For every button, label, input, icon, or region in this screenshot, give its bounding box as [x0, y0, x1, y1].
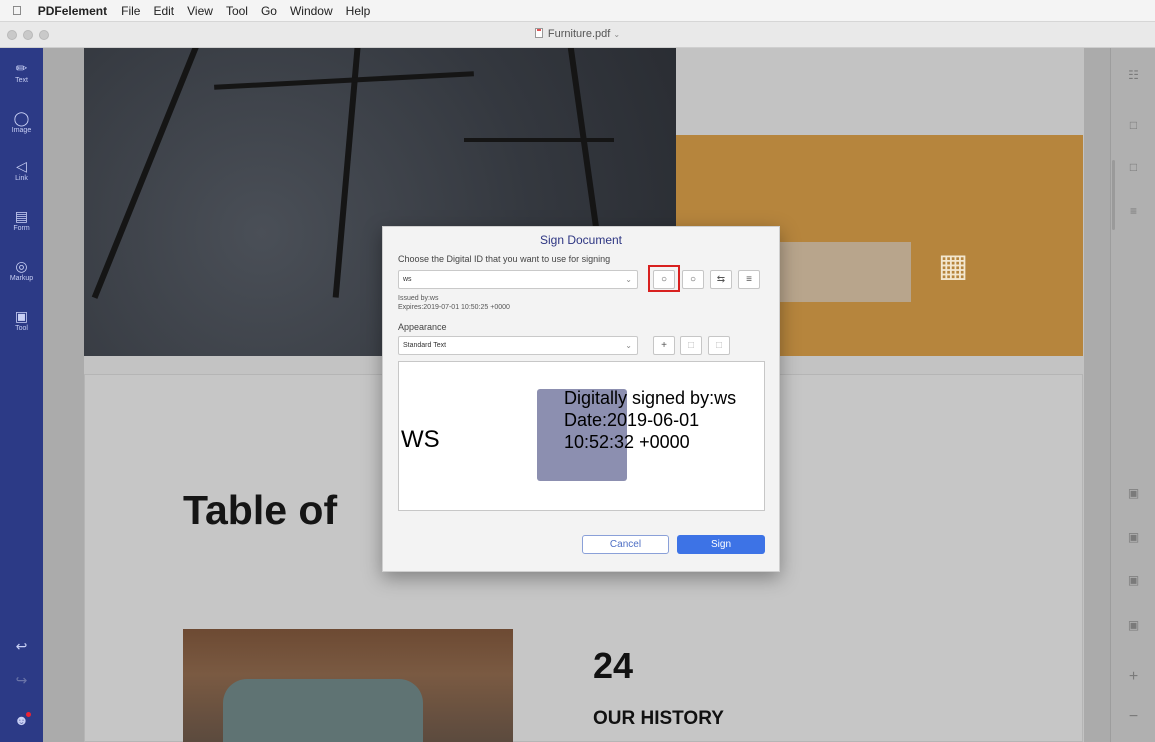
right-panel-bar: ☷ □ □ ≡ ▣ ▣ ▣ ▣ + − — [1110, 48, 1155, 742]
document-title[interactable]: Furniture.pdf ⌄ — [0, 28, 1155, 40]
tool-tool[interactable]: ▣ Tool — [0, 308, 43, 332]
page-tool-4-icon[interactable]: ▣ — [1111, 618, 1155, 632]
form-icon: ▤ — [14, 208, 29, 224]
plus-icon: + — [661, 340, 667, 351]
menu-window[interactable]: Window — [290, 4, 333, 18]
sign-document-dialog: Sign Document Choose the Digital ID that… — [382, 226, 780, 572]
markup-icon: ◎ — [15, 258, 28, 274]
tool-link-label: Link — [15, 175, 28, 182]
tool-icon: ▣ — [14, 308, 29, 324]
toc-heading: Table of — [183, 487, 338, 533]
menu-tool[interactable]: Tool — [226, 4, 248, 18]
id-action-buttons: ○ ○ ⇆ ≡ — [383, 270, 781, 289]
tool-form[interactable]: ▤ Form — [0, 208, 43, 232]
chair-icon: ▦ — [938, 247, 969, 283]
history-number: 24 — [593, 645, 634, 686]
signer-name: WS — [401, 426, 440, 453]
redo-icon[interactable]: ↪ — [0, 672, 43, 689]
page-tool-3-icon[interactable]: ▣ — [1111, 573, 1155, 587]
app-menu[interactable]: PDFelement — [38, 4, 107, 18]
page-tool-2-icon[interactable]: ▣ — [1111, 530, 1155, 544]
trash-icon: □ — [715, 340, 723, 351]
window-titlebar: Furniture.pdf ⌄ — [0, 22, 1155, 48]
cancel-button[interactable]: Cancel — [582, 535, 669, 554]
appearance-label: Appearance — [398, 322, 447, 332]
list-digital-id-button[interactable]: ≡ — [738, 270, 760, 289]
highlight-box — [648, 265, 680, 292]
menu-help[interactable]: Help — [346, 4, 371, 18]
list-icon: ≡ — [746, 274, 752, 285]
menu-file[interactable]: File — [121, 4, 140, 18]
delete-appearance-button[interactable]: □ — [708, 336, 730, 355]
menu-go[interactable]: Go — [261, 4, 277, 18]
left-toolbar: ✏ Text ◯ Image ◁ Link ▤ Form ◎ Markup ▣ … — [0, 48, 43, 742]
expires-text: Expires:2019-07-01 10:50:25 +0000 — [398, 304, 510, 311]
sign-button[interactable]: Sign — [677, 535, 765, 554]
tool-markup-label: Markup — [9, 275, 34, 282]
outline-icon[interactable]: ≡ — [1111, 204, 1155, 218]
image-icon: ◯ — [13, 110, 30, 126]
tool-link[interactable]: ◁ Link — [0, 158, 43, 182]
choose-id-label: Choose the Digital ID that you want to u… — [398, 254, 611, 264]
add-appearance-button[interactable]: + — [653, 336, 675, 355]
refresh-icon: ⇆ — [716, 274, 726, 285]
menu-edit[interactable]: Edit — [153, 4, 174, 18]
dialog-title: Sign Document — [539, 233, 623, 247]
refresh-digital-id-button[interactable]: ⇆ — [710, 270, 732, 289]
pencil-icon: ✏ — [15, 60, 28, 76]
menu-view[interactable]: View — [187, 4, 213, 18]
thumbnails-icon[interactable]: ☷ — [1111, 68, 1155, 82]
apple-icon[interactable]:  — [12, 3, 22, 18]
id-card-edit-icon: ○ — [689, 274, 697, 285]
label-bar — [774, 242, 911, 302]
page-icon[interactable]: □ — [1111, 118, 1155, 132]
signature-preview: WS Digitally signed by:ws Date:2019-06-0… — [398, 361, 765, 511]
tool-image-label: Image — [11, 127, 32, 134]
tool-text-label: Text — [15, 77, 28, 84]
issued-by-text: Issued by:ws — [398, 295, 439, 302]
tool-tool-label: Tool — [15, 325, 28, 332]
menubar:  PDFelement File Edit View Tool Go Wind… — [0, 0, 1155, 22]
sofa-photo — [183, 629, 513, 742]
signature-details: Digitally signed by:ws Date:2019-06-01 1… — [564, 388, 737, 452]
pdf-file-icon — [534, 28, 543, 38]
edit-digital-id-button[interactable]: ○ — [682, 270, 704, 289]
appearance-action-buttons: + □ □ — [383, 336, 781, 355]
account-icon[interactable]: ☻ — [0, 712, 43, 728]
zoom-out-icon[interactable]: − — [1111, 708, 1155, 726]
link-icon: ◁ — [16, 158, 27, 174]
tool-text[interactable]: ✏ Text — [0, 60, 43, 84]
tool-markup[interactable]: ◎ Markup — [0, 258, 43, 282]
chevron-down-icon: ⌄ — [613, 30, 621, 39]
edit-icon: □ — [687, 340, 695, 351]
history-heading: OUR HISTORY — [593, 708, 724, 729]
notification-dot — [26, 712, 31, 717]
bookmark-icon[interactable]: □ — [1111, 160, 1155, 174]
scrollbar[interactable] — [1112, 160, 1115, 230]
document-title-text: Furniture.pdf — [547, 28, 611, 40]
tool-image[interactable]: ◯ Image — [0, 110, 43, 134]
tool-form-label: Form — [13, 225, 30, 232]
undo-icon[interactable]: ↩ — [0, 638, 43, 655]
page-tool-1-icon[interactable]: ▣ — [1111, 486, 1155, 500]
edit-appearance-button[interactable]: □ — [680, 336, 702, 355]
zoom-in-icon[interactable]: + — [1111, 668, 1155, 686]
